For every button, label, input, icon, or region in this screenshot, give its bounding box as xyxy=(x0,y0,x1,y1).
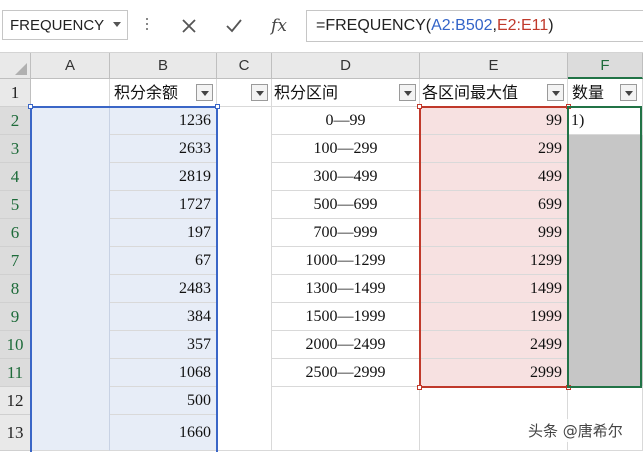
header-label: 各区间最大值 xyxy=(422,83,519,102)
output-range-outline xyxy=(567,106,642,388)
enter-button[interactable] xyxy=(217,11,251,41)
formula-text: =FREQUENCY(A2:B502,E2:E11) xyxy=(316,17,554,35)
header-cell-e1[interactable]: 各区间最大值 xyxy=(420,79,568,107)
formula-ref-bins: E2:E11 xyxy=(496,17,549,34)
range-handle[interactable] xyxy=(28,104,33,109)
cell-d[interactable]: 1500—1999 xyxy=(272,303,420,331)
row-header[interactable]: 4 xyxy=(0,163,31,191)
cell-d[interactable]: 1300—1499 xyxy=(272,275,420,303)
filter-dropdown-icon[interactable] xyxy=(251,84,268,101)
formula-ref-data: A2:B502 xyxy=(431,17,493,34)
header-label: 积分余额 xyxy=(114,83,179,102)
column-header-a[interactable]: A xyxy=(31,53,110,79)
data-range-outline xyxy=(30,106,218,452)
header-cell-d1[interactable]: 积分区间 xyxy=(272,79,420,107)
filter-dropdown-icon[interactable] xyxy=(196,84,213,101)
column-header-d[interactable]: D xyxy=(272,53,420,79)
row-header[interactable]: 11 xyxy=(0,359,31,387)
insert-function-button[interactable]: fx xyxy=(262,11,296,41)
cell-d[interactable]: 500—699 xyxy=(272,191,420,219)
filter-dropdown-icon[interactable] xyxy=(547,84,564,101)
column-header-f[interactable]: F xyxy=(568,53,643,79)
cancel-button[interactable] xyxy=(172,11,206,41)
row-header[interactable]: 12 xyxy=(0,387,31,415)
watermark: 头条 @唐希尔 xyxy=(525,419,626,442)
cell-d[interactable]: 2000—2499 xyxy=(272,331,420,359)
drag-handle-icon[interactable] xyxy=(146,18,149,34)
column-header-b[interactable]: B xyxy=(110,53,217,79)
cell-d[interactable]: 300—499 xyxy=(272,163,420,191)
cell-d[interactable]: 100—299 xyxy=(272,135,420,163)
header-cell-b1[interactable]: 积分余额 xyxy=(110,79,217,107)
header-cell-f1[interactable]: 数量 xyxy=(568,79,643,107)
name-box-value: FREQUENCY xyxy=(10,17,105,34)
select-all-button[interactable] xyxy=(0,53,31,79)
cell-a1[interactable] xyxy=(31,79,110,107)
range-handle[interactable] xyxy=(417,385,422,390)
close-icon xyxy=(182,19,196,33)
formula-prefix: =FREQUENCY( xyxy=(316,17,432,34)
header-label: 数量 xyxy=(572,83,605,102)
row-header[interactable]: 7 xyxy=(0,247,31,275)
row-header[interactable]: 9 xyxy=(0,303,31,331)
row-header[interactable]: 10 xyxy=(0,331,31,359)
row-header[interactable]: 2 xyxy=(0,107,31,135)
spreadsheet-grid: A B C D E F 1 2 3 4 5 6 7 8 9 10 11 12 1… xyxy=(0,53,643,452)
column-header-c[interactable]: C xyxy=(217,53,272,79)
name-box[interactable]: FREQUENCY xyxy=(2,10,128,40)
filter-dropdown-icon[interactable] xyxy=(399,84,416,101)
range-handle[interactable] xyxy=(215,104,220,109)
cell-d[interactable]: 0—99 xyxy=(272,107,420,135)
row-header[interactable]: 3 xyxy=(0,135,31,163)
row-header[interactable]: 8 xyxy=(0,275,31,303)
row-header[interactable]: 6 xyxy=(0,219,31,247)
range-d-empty[interactable] xyxy=(272,387,420,451)
row-header[interactable]: 13 xyxy=(0,415,31,451)
cell-d[interactable]: 700—999 xyxy=(272,219,420,247)
check-icon xyxy=(226,19,242,33)
column-header-e[interactable]: E xyxy=(420,53,568,79)
chevron-down-icon[interactable] xyxy=(113,22,121,27)
range-c-cells[interactable] xyxy=(217,107,272,451)
formula-bar: FREQUENCY fx =FREQUENCY(A2:B502,E2:E11) xyxy=(0,0,643,53)
cell-d[interactable]: 2500—2999 xyxy=(272,359,420,387)
cell-d[interactable]: 1000—1299 xyxy=(272,247,420,275)
cell-c1[interactable] xyxy=(217,79,272,107)
formula-input[interactable]: =FREQUENCY(A2:B502,E2:E11) xyxy=(306,10,643,42)
row-header[interactable]: 1 xyxy=(0,79,31,107)
header-label: 积分区间 xyxy=(274,83,339,102)
bins-range-outline xyxy=(419,106,569,388)
range-handle[interactable] xyxy=(417,104,422,109)
formula-suffix: ) xyxy=(548,17,554,34)
row-header[interactable]: 5 xyxy=(0,191,31,219)
fx-label: fx xyxy=(271,16,287,36)
filter-dropdown-icon[interactable] xyxy=(620,84,637,101)
